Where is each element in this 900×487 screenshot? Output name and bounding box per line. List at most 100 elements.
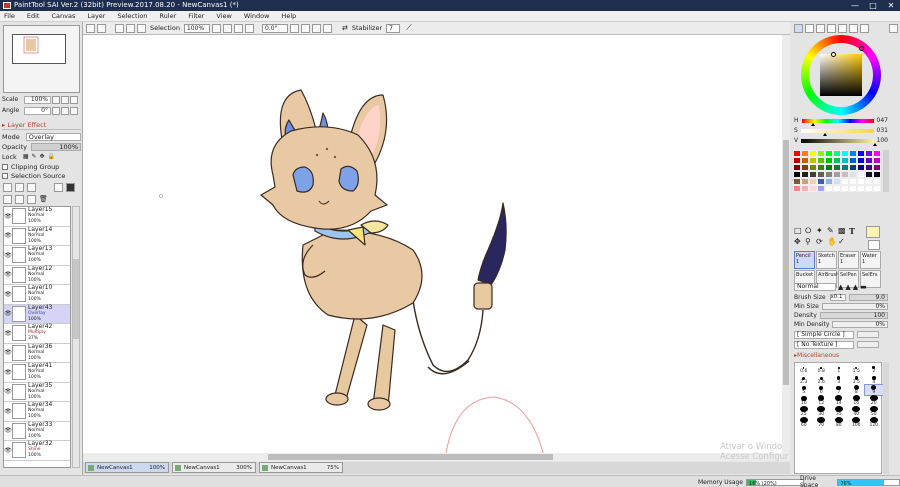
value-slider[interactable]	[801, 138, 878, 146]
brush-size-preset[interactable]: 3.5	[848, 374, 866, 385]
color-swatch[interactable]	[849, 185, 857, 192]
brush-shape-sharp-icon[interactable]: ▲	[838, 283, 843, 291]
brush-size-slider[interactable]: 9.0	[848, 294, 888, 301]
color-swatch[interactable]	[825, 150, 833, 157]
color-swatch[interactable]	[857, 150, 865, 157]
visibility-eye-icon[interactable]: 👁	[4, 271, 12, 278]
scale-up-button[interactable]	[61, 95, 69, 104]
color-swatch[interactable]	[849, 157, 857, 164]
tool-eraser[interactable]: Eraser 1	[838, 251, 859, 269]
brush-size-preset[interactable]: 9	[864, 383, 884, 397]
density-slider[interactable]: 100	[819, 312, 888, 319]
layer-row[interactable]: 👁 Layer32 Shine 100%	[4, 441, 70, 461]
rotate-left-button[interactable]	[289, 23, 299, 33]
menu-edit[interactable]: Edit	[27, 12, 40, 20]
color-swatch[interactable]	[833, 171, 841, 178]
color-swatch[interactable]	[841, 178, 849, 185]
brush-size-preset[interactable]	[848, 428, 866, 439]
color-swatch[interactable]	[801, 150, 809, 157]
new-vector-button[interactable]	[27, 182, 36, 192]
color-swatch[interactable]	[817, 164, 825, 171]
color-swatch[interactable]	[841, 185, 849, 192]
tool-sketch[interactable]: Sketch 1	[816, 251, 837, 269]
visibility-eye-icon[interactable]: 👁	[4, 388, 12, 395]
tool-water[interactable]: Water 1	[860, 251, 881, 269]
color-swatch[interactable]	[793, 157, 801, 164]
menu-canvas[interactable]: Canvas	[51, 12, 75, 20]
horizontal-scroll-thumb[interactable]	[268, 454, 553, 460]
angle-value[interactable]: 0°	[24, 106, 51, 115]
miscellaneous-header[interactable]: ▸ Miscellaneous	[794, 351, 888, 360]
brush-size-preset[interactable]: 70	[813, 416, 831, 428]
color-swatch[interactable]	[817, 171, 825, 178]
color-swatch[interactable]	[833, 150, 841, 157]
layer-row[interactable]: 👁 Layer41 Normal 100%	[4, 363, 70, 383]
color-swatch[interactable]	[833, 164, 841, 171]
layer-effect-header[interactable]: ▸ Layer Effect	[2, 121, 81, 130]
brush-size-preset[interactable]: 14	[830, 395, 848, 406]
layer-row[interactable]: 👁 Layer34 Normal 100%	[4, 402, 70, 422]
color-swatch[interactable]	[801, 185, 809, 192]
color-swatch[interactable]	[809, 185, 817, 192]
fill-icon[interactable]: ▩	[838, 226, 849, 237]
visibility-eye-icon[interactable]: 👁	[4, 330, 12, 337]
color-swatch[interactable]	[817, 157, 825, 164]
visibility-eye-icon[interactable]: 👁	[4, 447, 12, 454]
angle-right-button[interactable]	[61, 106, 69, 115]
brush-size-preset[interactable]: 12	[813, 395, 831, 406]
color-swatch[interactable]	[873, 178, 881, 185]
angle-field[interactable]: 0.0°	[261, 23, 288, 33]
color-swatch[interactable]	[825, 185, 833, 192]
menu-layer[interactable]: Layer	[87, 12, 105, 20]
sv-marker[interactable]	[831, 52, 836, 57]
brush-size-preset[interactable]	[795, 428, 813, 439]
layer-row[interactable]: 👁 Layer13 Normal 100%	[4, 246, 70, 266]
menu-view[interactable]: View	[216, 12, 231, 20]
brush-size-preset[interactable]: 25	[795, 406, 813, 417]
color-mixer-button[interactable]	[849, 24, 858, 33]
min-density-slider[interactable]: 0%	[832, 321, 888, 328]
user-swatch-button[interactable]	[860, 24, 869, 33]
color-swatch[interactable]	[857, 157, 865, 164]
swatch-mode-button[interactable]	[827, 24, 836, 33]
menu-file[interactable]: File	[4, 12, 15, 20]
visibility-eye-icon[interactable]: 👁	[4, 310, 12, 317]
color-swatch[interactable]	[833, 185, 841, 192]
brush-preset-scrollbar[interactable]	[883, 362, 889, 474]
layer-row[interactable]: 👁 Layer36 Normal 100%	[4, 343, 70, 363]
selection-source-checkbox[interactable]	[2, 172, 8, 179]
brush-size-preset[interactable]: 3	[830, 374, 848, 385]
clipping-checkbox[interactable]	[2, 163, 8, 170]
invert-selection-button[interactable]	[126, 23, 135, 33]
color-swatch[interactable]	[801, 171, 809, 178]
brush-size-preset[interactable]: 100	[848, 416, 866, 428]
min-size-slider[interactable]: 0%	[821, 303, 888, 310]
brush-shape-flat-icon[interactable]: ▬	[860, 283, 867, 291]
color-wheel[interactable]	[801, 35, 881, 115]
lasso-icon[interactable]: ⭘	[805, 226, 816, 237]
color-swatch[interactable]	[857, 171, 865, 178]
menu-help[interactable]: Help	[281, 12, 296, 20]
navigator-preview[interactable]	[3, 25, 80, 93]
color-swatch[interactable]	[825, 164, 833, 171]
brush-shape-strength[interactable]	[857, 331, 879, 338]
selection-visibility-toggle[interactable]	[137, 23, 146, 33]
color-swatch[interactable]	[849, 150, 857, 157]
color-swatch[interactable]	[865, 178, 873, 185]
brush-size-preset[interactable]: 50	[865, 406, 883, 417]
tool-pencil[interactable]: Pencil 1	[794, 251, 815, 269]
color-swatch[interactable]	[841, 171, 849, 178]
copy-layer-button[interactable]	[54, 182, 63, 192]
color-swatch[interactable]	[865, 164, 873, 171]
color-swatch[interactable]	[801, 178, 809, 185]
color-swatch[interactable]	[809, 157, 817, 164]
brush-size-preset[interactable]: 20	[865, 395, 883, 406]
color-swatch[interactable]	[825, 157, 833, 164]
color-swatch[interactable]	[841, 150, 849, 157]
layer-row[interactable]: 👁 Layer43 Overlay 100%	[4, 304, 70, 324]
layer-row[interactable]: 👁 Layer12 Normal 100%	[4, 265, 70, 285]
zoom-fit-button[interactable]	[244, 23, 254, 33]
picker-icon[interactable]: ✓	[838, 237, 849, 248]
visibility-eye-icon[interactable]: 👁	[4, 252, 12, 259]
line-tool-icon[interactable]: ⟋	[406, 23, 412, 33]
